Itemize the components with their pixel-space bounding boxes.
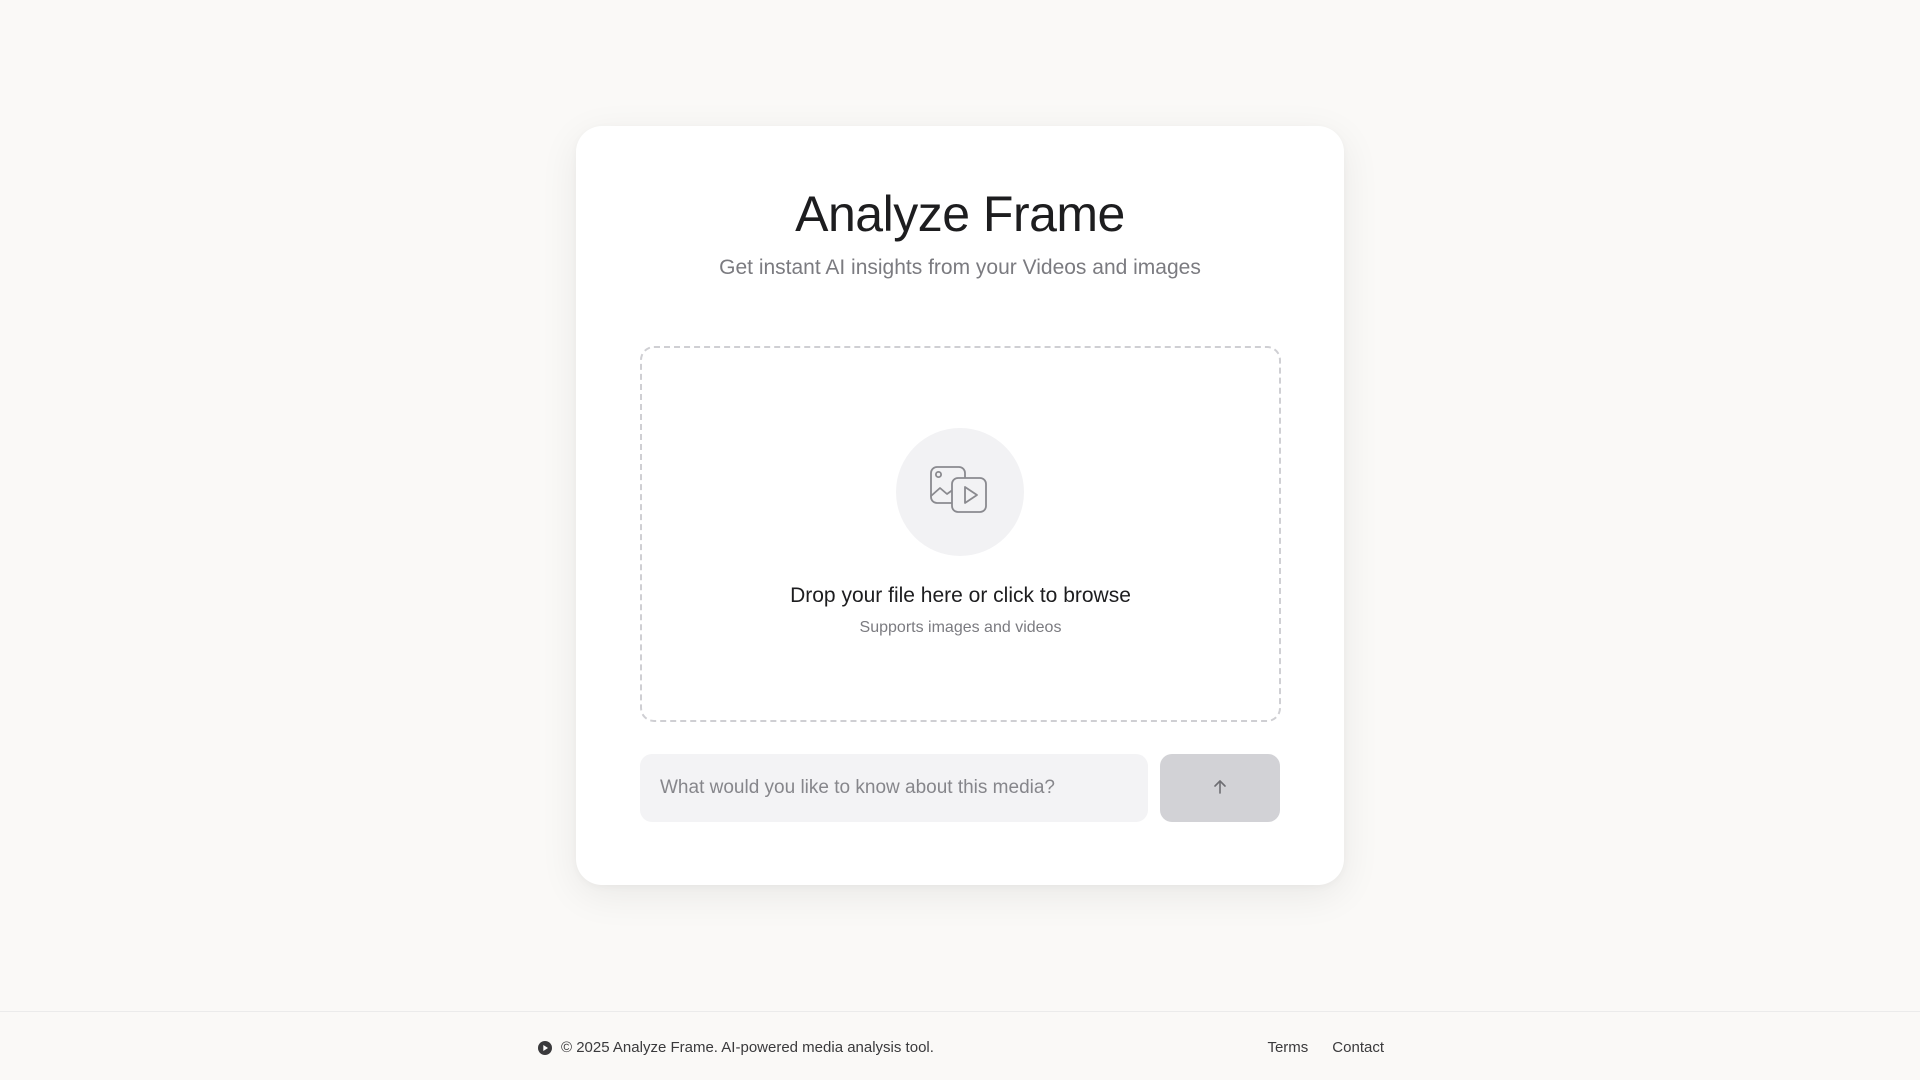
analyze-card: Analyze Frame Get instant AI insights fr… [576,126,1344,885]
page-subtitle: Get instant AI insights from your Videos… [719,256,1201,279]
media-question-input[interactable] [640,754,1148,822]
footer-copyright: © 2025 Analyze Frame. AI-powered media a… [561,1039,934,1056]
footer-copyright-group: © 2025 Analyze Frame. AI-powered media a… [537,1039,934,1056]
dropzone-secondary-text: Supports images and videos [859,619,1062,636]
upload-icon-circle [896,428,1024,556]
image-video-icon [928,464,992,521]
arrow-up-icon [1213,779,1227,798]
footer-links: Terms Contact [1267,1039,1384,1056]
play-circle-icon [537,1040,553,1056]
contact-link[interactable]: Contact [1332,1039,1384,1056]
page-title: Analyze Frame [795,186,1125,242]
dropzone-primary-text: Drop your file here or click to browse [790,584,1131,607]
terms-link[interactable]: Terms [1267,1039,1308,1056]
page: Analyze Frame Get instant AI insights fr… [0,0,1920,1080]
footer: © 2025 Analyze Frame. AI-powered media a… [0,1011,1920,1080]
send-button[interactable] [1160,754,1280,822]
file-dropzone[interactable]: Drop your file here or click to browse S… [640,346,1281,722]
